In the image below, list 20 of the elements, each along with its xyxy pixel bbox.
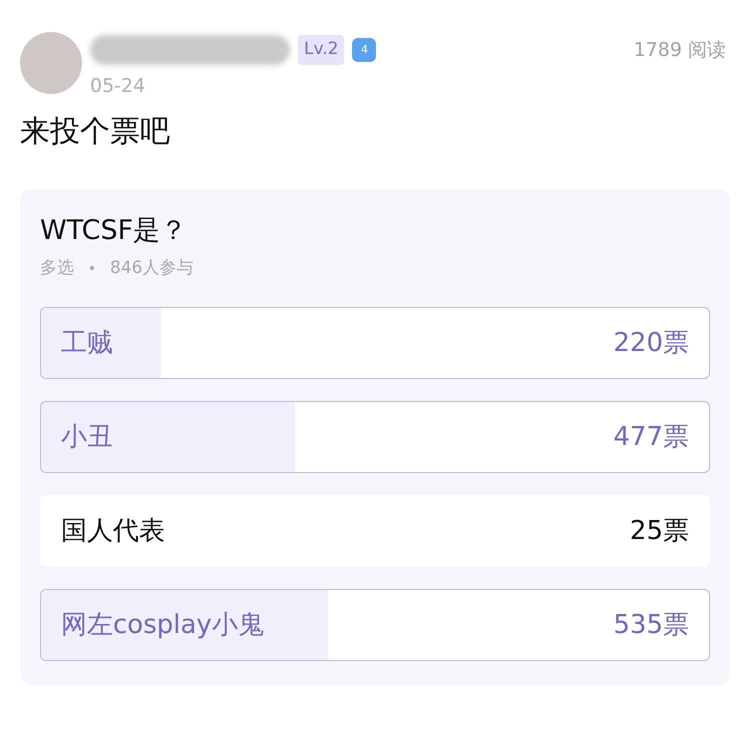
option-label: 国人代表 <box>61 514 165 548</box>
post-date: 05-24 <box>90 74 146 99</box>
vote-count: 535票 <box>613 608 689 642</box>
vote-count: 220票 <box>613 326 689 360</box>
poll-question: WTCSF是？ <box>40 216 188 244</box>
post-title: 来投个票吧 <box>19 116 171 146</box>
rank-badge: 4 <box>352 38 376 62</box>
vote-count: 25票 <box>630 514 689 548</box>
option-label: 工贼 <box>61 326 113 360</box>
poll-option[interactable]: 工贼 220票 <box>40 307 710 379</box>
poll-option[interactable]: 小丑 477票 <box>40 401 710 473</box>
option-label: 小丑 <box>61 420 113 454</box>
option-label: 网左cosplay小鬼 <box>61 608 264 642</box>
poll-option[interactable]: 国人代表 25票 <box>40 495 710 567</box>
participant-count: 846人参与 <box>110 256 194 280</box>
vote-count: 477票 <box>613 420 689 454</box>
view-count: 1789 阅读 <box>634 38 726 63</box>
poll-mode: 多选 <box>40 256 74 280</box>
level-badge: Lv.2 <box>298 35 344 65</box>
poll-option[interactable]: 网左cosplay小鬼 535票 <box>40 589 710 661</box>
